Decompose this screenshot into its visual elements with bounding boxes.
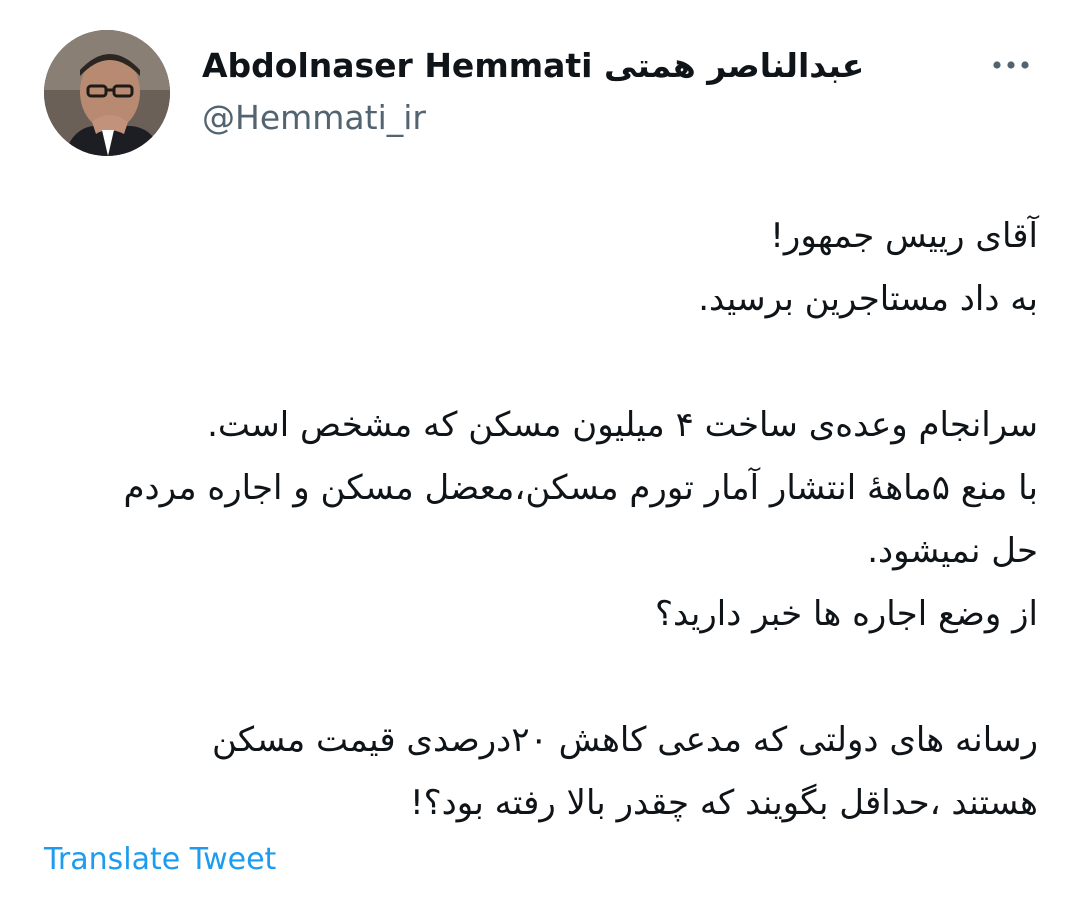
tweet-line: حل نمیشود. [867, 531, 1038, 571]
translate-tweet-link[interactable]: Translate Tweet [44, 838, 276, 882]
user-handle[interactable]: @Hemmati_ir [202, 96, 426, 140]
ellipsis-icon [993, 61, 1029, 69]
tweet-line: از وضع اجاره ها خبر دارید؟ [654, 594, 1038, 634]
tweet-line: با منع ۵ماههٔ انتشار آمار تورم مسکن،معضل… [123, 468, 1038, 508]
tweet-line: هستند ،حداقل بگویند که چقدر بالا رفته بو… [409, 783, 1038, 823]
tweet-line: آقای رییس جمهور! [770, 216, 1038, 256]
tweet-line: سرانجام وعده‌ی ساخت ۴ میلیون مسکن که مشخ… [207, 405, 1038, 445]
tweet-line: به داد مستاجرین برسید. [698, 279, 1038, 319]
avatar[interactable] [44, 30, 170, 156]
display-name[interactable]: Abdolnaser Hemmati عبدالناصر همتی [202, 44, 864, 88]
profile-photo [44, 30, 170, 156]
more-options-button[interactable] [986, 50, 1036, 80]
tweet-line: رسانه های دولتی که مدعی کاهش ۲۰درصدی قیم… [212, 720, 1038, 760]
tweet-text: آقای رییس جمهور! به داد مستاجرین برسید. … [40, 205, 1038, 835]
